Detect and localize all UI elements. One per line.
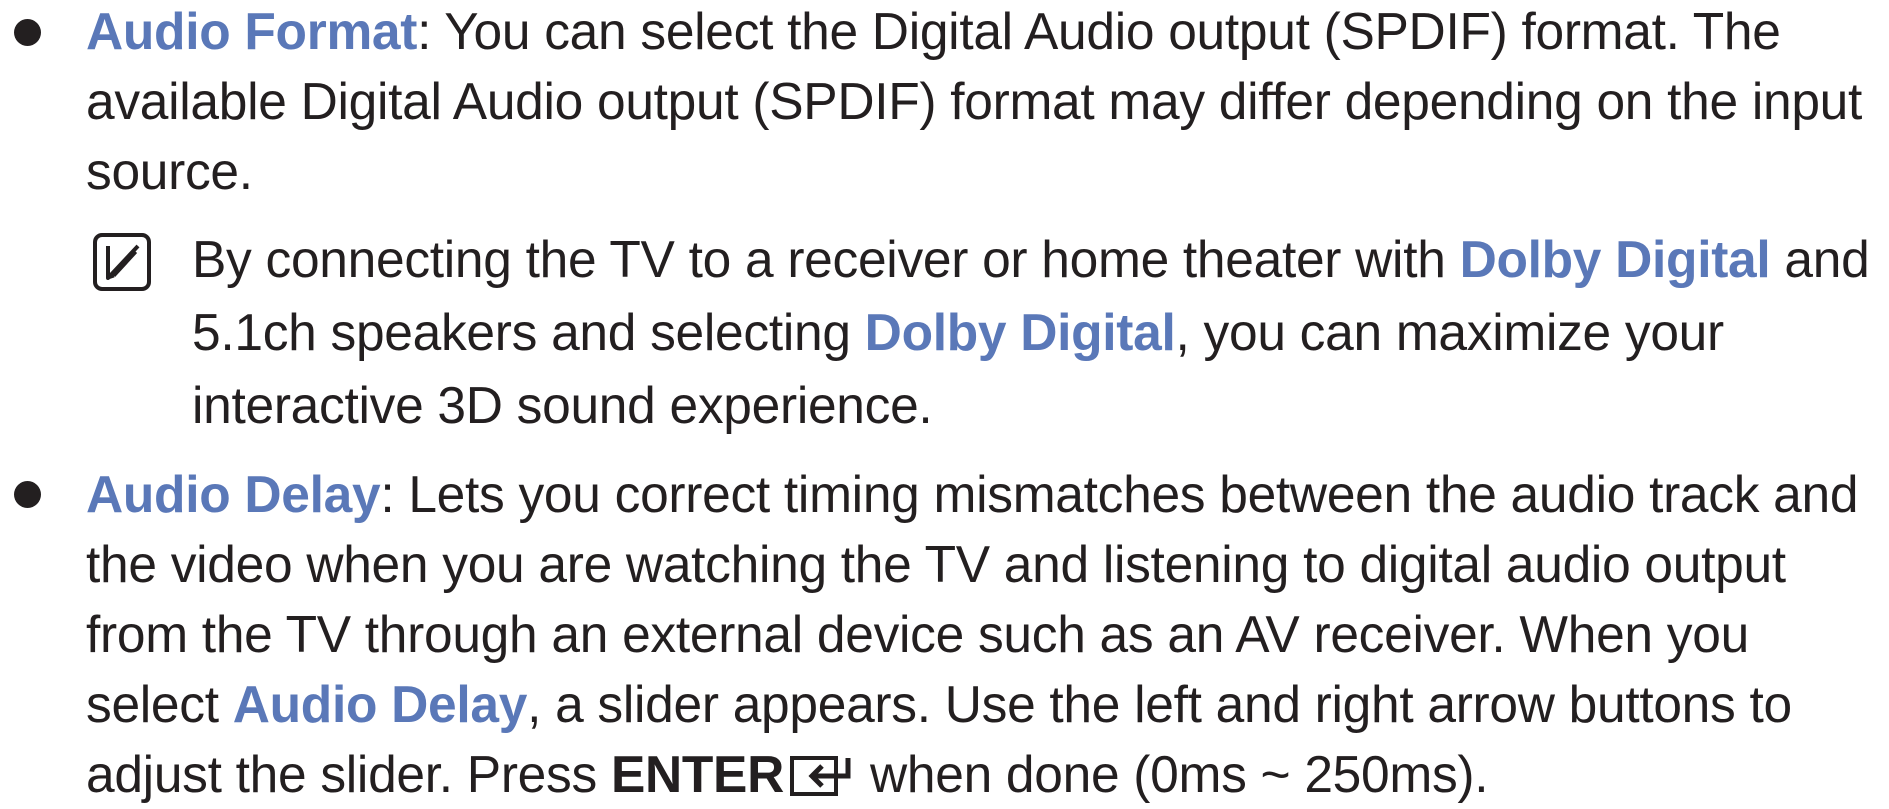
- audio-delay-paragraph: Audio Delay: Lets you correct timing mis…: [86, 459, 1881, 809]
- note-text: By connecting the TV to a receiver or ho…: [192, 223, 1882, 442]
- document-page: Audio Format: You can select the Digital…: [0, 0, 1889, 803]
- term-dolby-digital-1: Dolby Digital: [1459, 230, 1771, 288]
- key-enter-label: ENTER: [610, 745, 784, 803]
- term-audio-delay-2: Audio Delay: [232, 675, 528, 733]
- enter-icon: [789, 756, 851, 796]
- audio-format-paragraph: Audio Format: You can select the Digital…: [86, 0, 1881, 206]
- bullet-icon: [14, 481, 41, 508]
- term-dolby-digital-2: Dolby Digital: [864, 303, 1176, 361]
- audio-delay-description-3: when done (0ms ~ 250ms).: [855, 745, 1489, 803]
- bullet-icon: [14, 19, 41, 46]
- term-audio-format: Audio Format: [86, 2, 418, 60]
- term-audio-delay: Audio Delay: [86, 465, 381, 523]
- note-icon: [93, 233, 151, 291]
- note-text-part-1: By connecting the TV to a receiver or ho…: [192, 230, 1460, 288]
